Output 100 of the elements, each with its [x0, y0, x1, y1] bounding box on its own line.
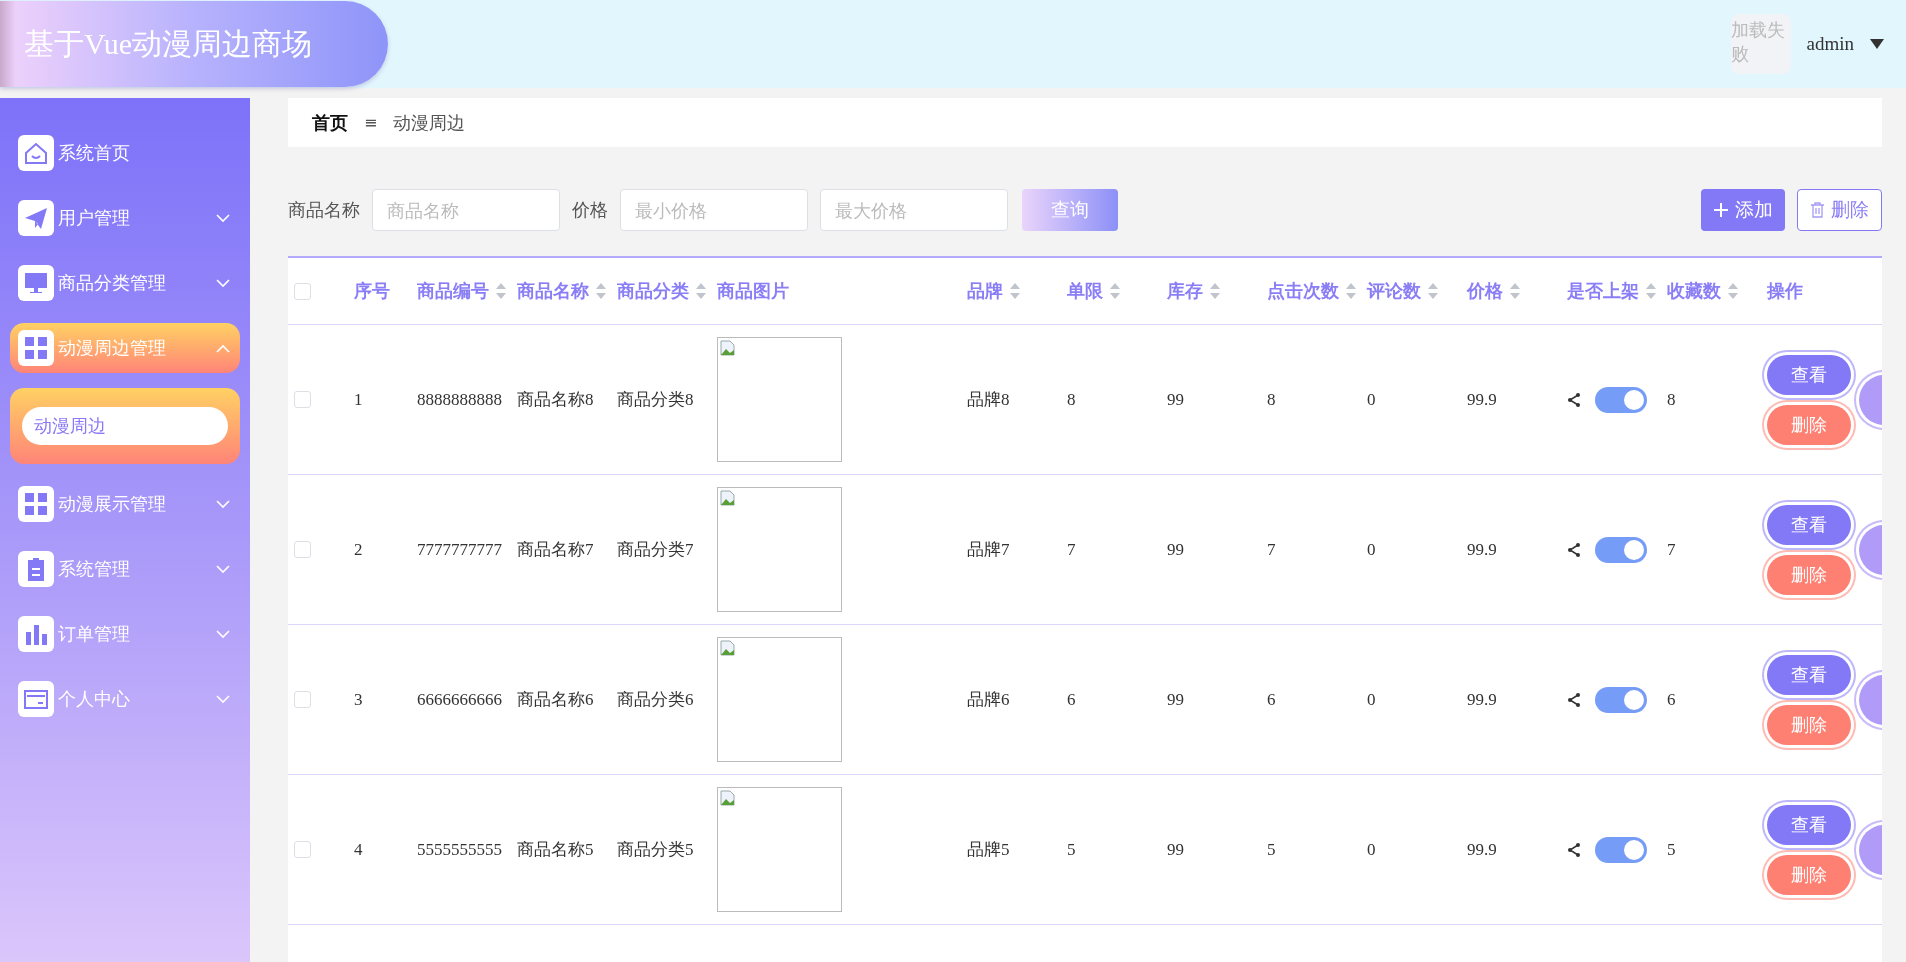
table-cell: 6666666666 [417, 689, 502, 709]
row-checkbox[interactable] [294, 391, 311, 408]
table-cell: 99 [1167, 389, 1184, 409]
submenu-item[interactable]: 动漫周边 [22, 407, 228, 445]
table-cell: 2 [354, 539, 363, 559]
toggle-switch[interactable] [1595, 386, 1647, 413]
column-header: 库存 [1167, 279, 1203, 303]
row-checkbox[interactable] [294, 841, 311, 858]
sort-icon[interactable] [695, 282, 707, 300]
column-header: 操作 [1767, 279, 1803, 303]
table-cell: 5 [1267, 839, 1276, 859]
view-button[interactable]: 查看 [1767, 654, 1851, 695]
delete-button[interactable]: 删除 [1767, 404, 1851, 445]
table-cell: 5 [1067, 839, 1076, 859]
table-cell: 商品分类6 [617, 690, 694, 709]
view-button[interactable]: 查看 [1767, 354, 1851, 395]
row-checkbox[interactable] [294, 691, 311, 708]
table-cell: 商品名称7 [517, 540, 594, 559]
table-cell: 3 [354, 689, 363, 709]
column-header: 序号 [354, 279, 390, 303]
table-cell: 商品名称5 [517, 840, 594, 859]
column-header: 收藏数 [1667, 279, 1721, 303]
chevron-down-icon [216, 278, 230, 288]
column-header: 点击次数 [1267, 279, 1339, 303]
sort-icon[interactable] [1109, 282, 1121, 300]
column-header: 价格 [1467, 279, 1503, 303]
sort-icon[interactable] [1509, 282, 1521, 300]
column-header: 品牌 [967, 279, 1003, 303]
broken-image-icon [720, 790, 736, 806]
column-header: 商品图片 [717, 279, 789, 303]
chevron-up-icon [216, 343, 230, 353]
column-header: 评论数 [1367, 279, 1421, 303]
table-cell: 99 [1167, 839, 1184, 859]
table-cell: 99 [1167, 689, 1184, 709]
column-header: 是否上架 [1567, 279, 1639, 303]
table-cell: 7 [1267, 539, 1276, 559]
delete-button[interactable]: 删除 [1797, 189, 1882, 231]
grid-icon [22, 334, 50, 362]
sort-icon[interactable] [495, 282, 507, 300]
table-cell: 99.9 [1467, 689, 1497, 709]
table-cell: 品牌6 [967, 690, 1010, 709]
table-cell: 品牌7 [967, 540, 1010, 559]
view-button[interactable]: 查看 [1767, 504, 1851, 545]
table-cell: 1 [354, 389, 363, 409]
breadcrumb-link[interactable]: 首页 [312, 110, 348, 135]
menu-item[interactable]: 系统管理 [10, 544, 240, 594]
table-cell: 商品分类8 [617, 390, 694, 409]
breadcrumb-link[interactable]: 动漫周边 [393, 110, 466, 135]
table-cell: 7777777777 [417, 539, 502, 559]
table-cell: 商品分类7 [617, 540, 694, 559]
sort-icon[interactable] [1427, 282, 1439, 300]
menu-item[interactable]: 订单管理 [10, 609, 240, 659]
table-cell: 商品名称6 [517, 690, 594, 709]
share-icon[interactable] [1567, 542, 1581, 557]
search-field[interactable]: 商品名称 [372, 189, 560, 231]
broken-image-icon [720, 340, 736, 356]
menu-item[interactable]: 用户管理 [10, 193, 240, 243]
sort-icon[interactable] [1645, 282, 1657, 300]
add-button[interactable]: 添加 [1701, 189, 1785, 231]
caret-down-icon[interactable] [1870, 39, 1884, 49]
menu-item[interactable]: 系统首页 [10, 128, 240, 178]
breadcrumb-separator: ≡ [364, 113, 378, 132]
column-header: 商品分类 [617, 279, 689, 303]
sort-icon[interactable] [1727, 282, 1739, 300]
search-field[interactable]: 最小价格 [620, 189, 808, 231]
broken-image-icon [720, 640, 736, 656]
table-cell: 5 [1667, 839, 1676, 859]
toggle-switch[interactable] [1595, 686, 1647, 713]
menu-item[interactable]: 商品分类管理 [10, 258, 240, 308]
table-cell: 商品分类5 [617, 840, 694, 859]
table-cell: 4 [354, 839, 363, 859]
delete-button[interactable]: 删除 [1767, 554, 1851, 595]
share-icon[interactable] [1567, 842, 1581, 857]
column-header: 商品名称 [517, 279, 589, 303]
table-cell: 99.9 [1467, 539, 1497, 559]
table-cell: 99.9 [1467, 839, 1497, 859]
toggle-switch[interactable] [1595, 836, 1647, 863]
table-cell: 8 [1667, 389, 1676, 409]
menu-item[interactable]: 动漫展示管理 [10, 479, 240, 529]
search-field[interactable]: 最大价格 [820, 189, 1008, 231]
sort-icon[interactable] [1009, 282, 1021, 300]
view-button[interactable]: 查看 [1767, 804, 1851, 845]
table-cell: 8 [1267, 389, 1276, 409]
share-icon[interactable] [1567, 692, 1581, 707]
sort-icon[interactable] [595, 282, 607, 300]
username[interactable]: admin [1806, 33, 1854, 55]
row-checkbox[interactable] [294, 541, 311, 558]
sort-icon[interactable] [1345, 282, 1357, 300]
delete-button[interactable]: 删除 [1767, 704, 1851, 745]
table-cell: 0 [1367, 689, 1376, 709]
toggle-switch[interactable] [1595, 536, 1647, 563]
query-button[interactable]: 查询 [1022, 189, 1118, 231]
menu-item[interactable]: 个人中心 [10, 674, 240, 724]
field-label: 价格 [572, 198, 608, 222]
table-cell: 8 [1067, 389, 1076, 409]
select-all-checkbox[interactable] [294, 282, 311, 300]
share-icon[interactable] [1567, 392, 1581, 407]
delete-button[interactable]: 删除 [1767, 854, 1851, 895]
menu-item[interactable]: 动漫周边管理 [10, 323, 240, 373]
sort-icon[interactable] [1209, 282, 1221, 300]
